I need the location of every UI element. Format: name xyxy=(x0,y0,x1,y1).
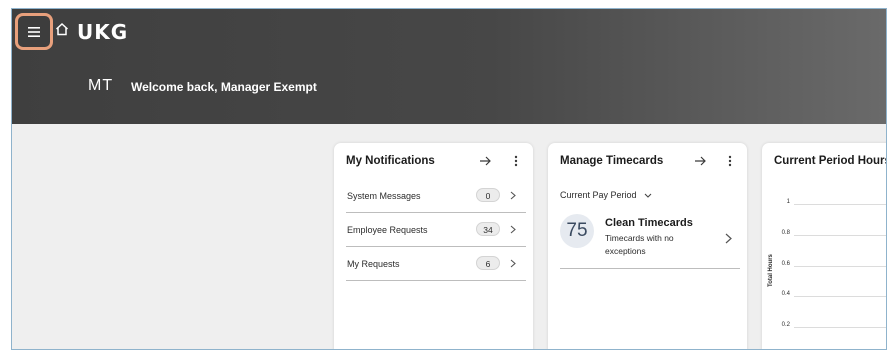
y-tick-label: 0.4 xyxy=(781,291,790,297)
chevron-right-icon xyxy=(510,191,516,200)
header: UKG MT Welcome back, Manager Exempt xyxy=(12,9,886,124)
app-frame: UKG MT Welcome back, Manager Exempt My N… xyxy=(11,8,887,350)
gridline xyxy=(794,296,886,297)
y-tick-label: 0.6 xyxy=(781,261,790,267)
period-hours-title: Current Period Hours xyxy=(774,155,887,167)
notification-count-badge: 34 xyxy=(476,222,500,236)
clean-timecards-title[interactable]: Clean Timecards xyxy=(605,217,693,229)
notification-label: Employee Requests xyxy=(347,225,428,235)
arrow-right-icon[interactable] xyxy=(693,154,707,168)
brand-text: UKG xyxy=(77,20,129,44)
chevron-right-icon xyxy=(510,259,516,268)
hamburger-menu-icon xyxy=(28,26,40,37)
pay-period-select[interactable]: Current Pay Period xyxy=(560,190,637,200)
timecards-title: Manage Timecards xyxy=(560,155,664,167)
chevron-right-icon xyxy=(510,225,516,234)
chart-y-axis-label: Total Hours xyxy=(768,254,774,287)
gridline xyxy=(794,204,886,205)
chevron-right-icon[interactable] xyxy=(725,233,732,244)
gridline xyxy=(794,327,886,328)
main-menu-button[interactable] xyxy=(15,13,53,50)
timecards-card: Manage Timecards Current Pay Period 75 C… xyxy=(548,143,747,349)
y-tick-label: 1 xyxy=(786,199,790,205)
welcome-message: Welcome back, Manager Exempt xyxy=(131,80,317,94)
kebab-menu-icon[interactable] xyxy=(513,154,519,168)
notification-count-badge: 0 xyxy=(476,188,500,202)
period-hours-card: Current Period Hours Total Hours 1 0.8 0… xyxy=(762,143,887,349)
brand-logo[interactable]: UKG xyxy=(77,17,128,47)
notifications-title: My Notifications xyxy=(346,155,435,167)
gridline xyxy=(794,266,886,267)
kebab-menu-icon[interactable] xyxy=(727,154,733,168)
home-icon[interactable] xyxy=(55,22,69,36)
clean-timecards-description: Timecards with no exceptions xyxy=(605,233,674,256)
notification-row-employee-requests[interactable]: Employee Requests 34 xyxy=(346,213,526,247)
y-tick-label: 0.8 xyxy=(781,230,790,236)
arrow-right-icon[interactable] xyxy=(478,154,492,168)
timecard-count-circle: 75 xyxy=(560,214,594,248)
divider xyxy=(560,268,740,269)
notification-label: My Requests xyxy=(347,259,400,269)
notification-row-my-requests[interactable]: My Requests 6 xyxy=(346,247,526,281)
notification-row-system-messages[interactable]: System Messages 0 xyxy=(346,179,526,213)
notification-label: System Messages xyxy=(347,191,421,201)
notifications-card: My Notifications System Messages 0 Emplo… xyxy=(334,143,533,349)
y-tick-label: 0.2 xyxy=(781,322,790,328)
notification-count-badge: 6 xyxy=(476,256,500,270)
avatar[interactable]: MT xyxy=(88,77,113,95)
gridline xyxy=(794,235,886,236)
chevron-down-icon[interactable] xyxy=(644,193,652,198)
